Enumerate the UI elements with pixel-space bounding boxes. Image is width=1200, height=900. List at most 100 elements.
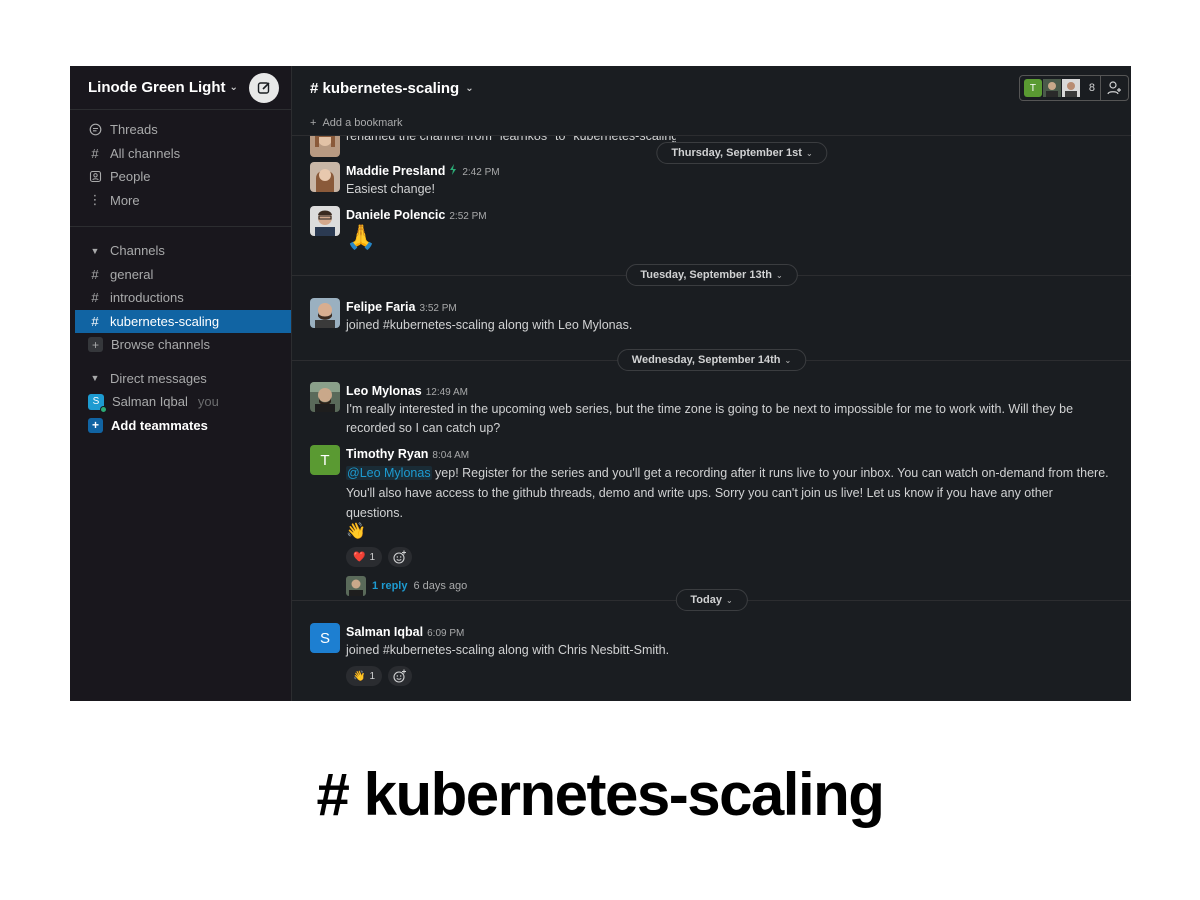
- day-divider: Tuesday, September 13th ⌄: [292, 264, 1131, 286]
- avatar-initial: T: [320, 451, 330, 469]
- status-emoji-icon: [448, 162, 458, 180]
- add-reaction-button[interactable]: [388, 666, 413, 686]
- dm-heading[interactable]: ▼ Direct messages: [70, 367, 291, 391]
- bookmark-label: Add a bookmark: [322, 116, 403, 129]
- message-time[interactable]: 8:04 AM: [432, 450, 469, 461]
- day-divider-button[interactable]: Wednesday, September 14th ⌄: [616, 349, 807, 371]
- add-person-icon: [1106, 81, 1121, 95]
- channels-heading[interactable]: ▼ Channels: [70, 239, 291, 263]
- message-time[interactable]: 12:49 AM: [426, 387, 468, 398]
- message-time[interactable]: 2:42 PM: [462, 167, 499, 178]
- dm-user-suffix: you: [197, 394, 219, 410]
- sender-name[interactable]: Maddie Presland: [346, 164, 445, 178]
- reaction-heart[interactable]: ❤️ 1: [346, 547, 383, 567]
- message-list: renamed the channel from "learnk8s" to "…: [292, 136, 1131, 701]
- all-channels-icon: #: [91, 145, 99, 161]
- divider: [70, 226, 291, 227]
- member-avatars: T: [1020, 79, 1084, 97]
- slack-window: Linode Green Light ⌄ Threads # All chann…: [70, 66, 1131, 701]
- sidebar-item-label: People: [110, 169, 151, 185]
- day-label: Today: [690, 594, 722, 606]
- message-body: yep! Register for the series and you'll …: [346, 466, 1109, 520]
- avatar[interactable]: S: [310, 623, 340, 653]
- message-text: joined #kubernetes-scaling along with Le…: [346, 318, 633, 332]
- sidebar-item-general[interactable]: # general: [70, 263, 291, 287]
- dm-user-name: Salman Iqbal: [112, 394, 188, 410]
- sidebar: Linode Green Light ⌄ Threads # All chann…: [70, 66, 292, 701]
- reaction-wave[interactable]: 👋 1: [346, 666, 383, 686]
- hash-icon: #: [91, 266, 99, 282]
- reactions: ❤️ 1: [346, 547, 1113, 567]
- sidebar-item-people[interactable]: People: [70, 165, 291, 189]
- channel-label: general: [110, 266, 154, 282]
- sidebar-item-threads[interactable]: Threads: [70, 118, 291, 142]
- member-list-button[interactable]: T 8: [1018, 75, 1129, 101]
- day-divider-button[interactable]: Thursday, September 1st ⌄: [656, 142, 828, 164]
- compose-icon: [257, 81, 270, 94]
- member-avatar: [1061, 79, 1080, 97]
- channel-title-button[interactable]: # kubernetes-scaling ⌄: [310, 80, 474, 97]
- day-divider: Today ⌄: [292, 589, 1131, 611]
- reactions: 👋 1: [346, 666, 1113, 686]
- sidebar-item-browse-channels[interactable]: + Browse channels: [70, 333, 291, 357]
- add-member-button[interactable]: [1100, 76, 1128, 100]
- caret-down-icon: ▼: [90, 373, 100, 384]
- thread-replies-link[interactable]: 1 reply: [372, 580, 407, 592]
- sender-name[interactable]: Felipe Faria: [346, 300, 415, 314]
- message-felipe: Felipe Faria 3:52 PM joined #kubernetes-s…: [310, 298, 1113, 335]
- message-maddie: Maddie Presland 2:42 PM Easiest change!: [310, 162, 1113, 199]
- sidebar-item-all-channels[interactable]: # All channels: [70, 142, 291, 166]
- sidebar-item-label: All channels: [110, 145, 181, 161]
- channel-label: introductions: [110, 290, 184, 306]
- message-time[interactable]: 2:52 PM: [449, 211, 486, 222]
- sidebar-item-label: Threads: [110, 122, 158, 138]
- message-text: @Leo Mylonas yep! Register for the serie…: [346, 463, 1113, 523]
- people-icon: [88, 170, 102, 183]
- message-text: I'm really interested in the upcoming we…: [346, 402, 1074, 435]
- sidebar-item-label: More: [110, 192, 140, 208]
- sidebar-item-add-teammates[interactable]: + Add teammates: [70, 414, 291, 438]
- day-divider-button[interactable]: Today ⌄: [675, 589, 748, 611]
- chevron-down-icon: ⌄: [725, 596, 733, 605]
- channel-view: # kubernetes-scaling ⌄ T 8 + Add a bookm…: [292, 66, 1131, 701]
- compose-button[interactable]: [249, 72, 279, 103]
- workspace-name: Linode Green Light: [88, 79, 226, 96]
- sender-name[interactable]: Timothy Ryan: [346, 447, 428, 461]
- reaction-count: 1: [369, 670, 376, 682]
- sidebar-item-dm-salman[interactable]: S Salman Iqbal you: [70, 390, 291, 414]
- reaction-count: 1: [369, 551, 376, 563]
- avatar[interactable]: T: [310, 445, 340, 475]
- message-time[interactable]: 3:52 PM: [419, 303, 456, 314]
- chevron-down-icon: ⌄: [229, 82, 238, 93]
- member-avatar: T: [1023, 79, 1042, 97]
- message-time[interactable]: 6:09 PM: [427, 628, 464, 639]
- more-icon: ⋮: [88, 192, 102, 208]
- message-leo: Leo Mylonas 12:49 AM I'm really intereste…: [310, 382, 1113, 438]
- sidebar-item-kubernetes-scaling[interactable]: # kubernetes-scaling: [75, 309, 291, 333]
- avatar[interactable]: [310, 206, 340, 236]
- message-text: Easiest change!: [346, 182, 435, 197]
- workspace-switcher[interactable]: Linode Green Light ⌄: [88, 79, 238, 96]
- user-mention[interactable]: @Leo Mylonas: [346, 466, 432, 480]
- day-label: Tuesday, September 13th: [640, 269, 772, 281]
- add-reaction-button[interactable]: [388, 547, 413, 567]
- sender-name[interactable]: Daniele Polencic: [346, 208, 445, 222]
- message-emoji: 🙏: [346, 224, 376, 251]
- thread-last-reply: 6 days ago: [413, 580, 468, 592]
- sidebar-item-introductions[interactable]: # introductions: [70, 286, 291, 310]
- day-divider-button[interactable]: Tuesday, September 13th ⌄: [625, 264, 798, 286]
- avatar[interactable]: [310, 162, 340, 192]
- caption-title: # kubernetes-scaling: [316, 761, 885, 828]
- threads-icon: [88, 123, 102, 136]
- sender-name[interactable]: Salman Iqbal: [346, 625, 423, 639]
- message-emoji: 👋: [346, 523, 366, 540]
- sender-name[interactable]: Leo Mylonas: [346, 384, 422, 398]
- sidebar-nav: Threads # All channels People ⋮ More: [70, 110, 291, 220]
- sidebar-item-more[interactable]: ⋮ More: [70, 189, 291, 213]
- add-bookmark-button[interactable]: + Add a bookmark: [292, 110, 1131, 136]
- avatar[interactable]: [310, 298, 340, 328]
- reaction-emoji: 👋: [353, 670, 366, 682]
- avatar[interactable]: [310, 382, 340, 412]
- avatar-initial: S: [319, 629, 330, 647]
- channel-header: # kubernetes-scaling ⌄ T 8: [292, 66, 1131, 110]
